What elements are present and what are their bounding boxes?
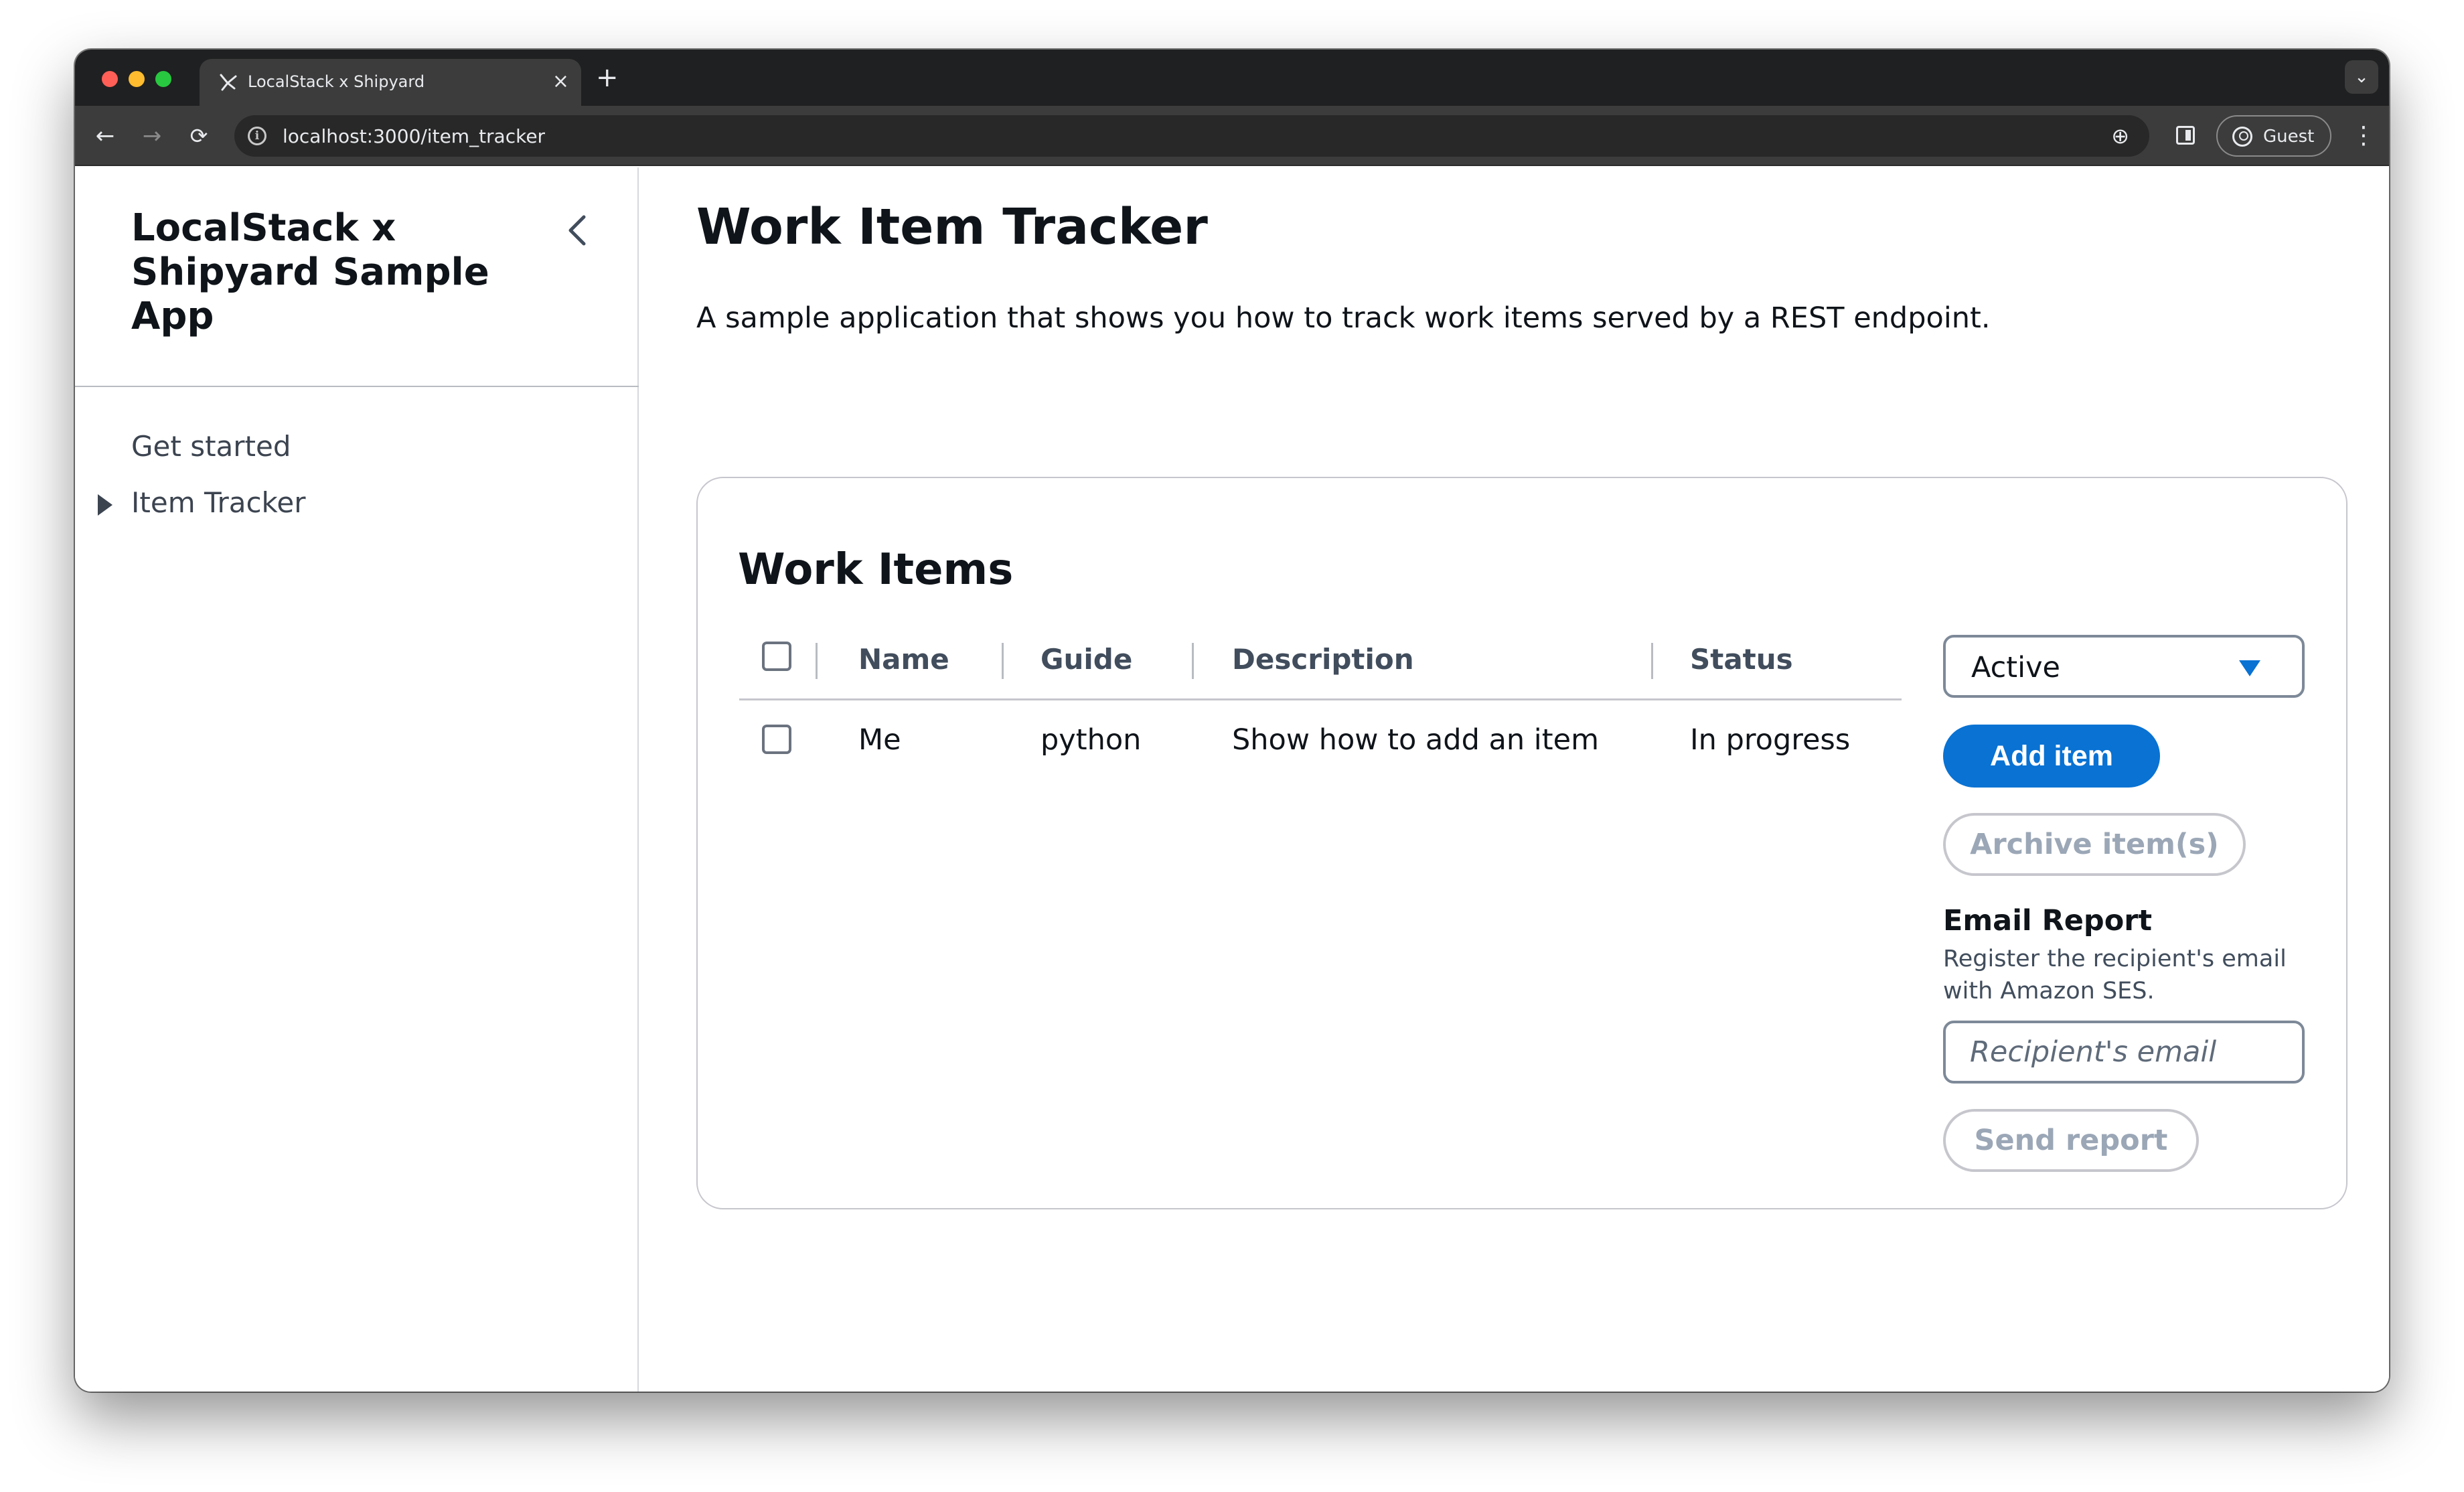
table-header: Name Guide Description Status: [739, 636, 1902, 700]
page-title: Work Item Tracker: [696, 198, 1208, 256]
work-items-table: Name Guide Description Status Me python: [739, 636, 1902, 781]
shipyard-favicon-icon: [220, 74, 237, 91]
status-filter-select[interactable]: Active: [1943, 635, 2305, 698]
main-content: Work Item Tracker A sample application t…: [640, 167, 2389, 1392]
sidebar-item-get-started[interactable]: Get started: [131, 430, 291, 463]
send-report-button[interactable]: Send report: [1943, 1109, 2199, 1172]
minimize-window-button[interactable]: [129, 71, 145, 87]
browser-window: LocalStack x Shipyard × + ⌄ ← → ⟳ i loca…: [75, 50, 2389, 1392]
profile-button[interactable]: Guest: [2216, 115, 2331, 157]
url-text[interactable]: localhost:3000/item_tracker: [283, 125, 545, 147]
add-item-button[interactable]: Add item: [1943, 725, 2160, 788]
sidebar: LocalStack x Shipyard Sample App Get sta…: [75, 167, 639, 1392]
select-all-checkbox[interactable]: [762, 642, 791, 671]
column-separator: [1192, 643, 1194, 679]
back-arrow-icon[interactable]: ←: [90, 121, 121, 151]
column-separator: [816, 643, 818, 679]
row-checkbox[interactable]: [762, 725, 791, 754]
screenshot-stage: LocalStack x Shipyard × + ⌄ ← → ⟳ i loca…: [0, 0, 2464, 1492]
tab-close-icon[interactable]: ×: [552, 68, 569, 95]
column-header-description[interactable]: Description: [1232, 643, 1414, 676]
reload-icon[interactable]: ⟳: [183, 121, 214, 151]
zoom-icon[interactable]: ⊕: [2111, 123, 2129, 149]
recipient-email-input[interactable]: [1943, 1021, 2305, 1084]
address-bar[interactable]: i localhost:3000/item_tracker ⊕: [234, 115, 2149, 157]
archive-items-button[interactable]: Archive item(s): [1943, 813, 2246, 876]
browser-toolbar: ← → ⟳ i localhost:3000/item_tracker ⊕ Gu…: [75, 106, 2389, 166]
email-report-title: Email Report: [1943, 904, 2153, 938]
tab-strip: LocalStack x Shipyard × + ⌄: [75, 50, 2389, 106]
sidebar-divider: [75, 386, 639, 387]
page-description: A sample application that shows you how …: [696, 301, 1991, 335]
column-separator: [1002, 643, 1004, 679]
column-separator: [1651, 643, 1653, 679]
email-report-description: Register the recipient's email with Amaz…: [1943, 946, 2287, 1004]
tab-title: LocalStack x Shipyard: [248, 72, 425, 91]
column-header-name[interactable]: Name: [858, 643, 949, 676]
forward-arrow-icon[interactable]: →: [137, 121, 167, 151]
side-panel-icon[interactable]: [2176, 126, 2195, 145]
expand-arrow-icon[interactable]: [98, 494, 112, 516]
profile-label: Guest: [2263, 127, 2315, 147]
caret-down-icon: [2239, 660, 2260, 676]
browser-menu-icon[interactable]: ⋮: [2352, 119, 2376, 153]
column-header-status[interactable]: Status: [1690, 643, 1793, 676]
panel-title: Work Items: [738, 545, 1014, 595]
page-content: LocalStack x Shipyard Sample App Get sta…: [75, 167, 2389, 1392]
work-items-panel: Work Items Name Guide Description Status: [696, 477, 2347, 1209]
status-filter-value: Active: [1971, 651, 2061, 684]
zoom-window-button[interactable]: [155, 71, 171, 87]
column-header-guide[interactable]: Guide: [1041, 643, 1132, 676]
cell-status: In progress: [1690, 723, 1851, 757]
table-row[interactable]: Me python Show how to add an item In pro…: [739, 700, 1902, 781]
browser-tab[interactable]: LocalStack x Shipyard ×: [200, 59, 581, 106]
tab-search-chevron-icon[interactable]: ⌄: [2345, 60, 2378, 94]
profile-avatar-icon: [2232, 127, 2252, 147]
site-info-icon[interactable]: i: [248, 127, 266, 145]
cell-description: Show how to add an item: [1232, 723, 1599, 757]
close-window-button[interactable]: [102, 71, 118, 87]
sidebar-item-item-tracker[interactable]: Item Tracker: [131, 486, 305, 519]
cell-name: Me: [858, 723, 901, 757]
new-tab-icon[interactable]: +: [596, 63, 619, 92]
cell-guide: python: [1041, 723, 1142, 757]
chevron-left-icon[interactable]: [564, 212, 591, 249]
app-title: LocalStack x Shipyard Sample App: [131, 206, 489, 338]
